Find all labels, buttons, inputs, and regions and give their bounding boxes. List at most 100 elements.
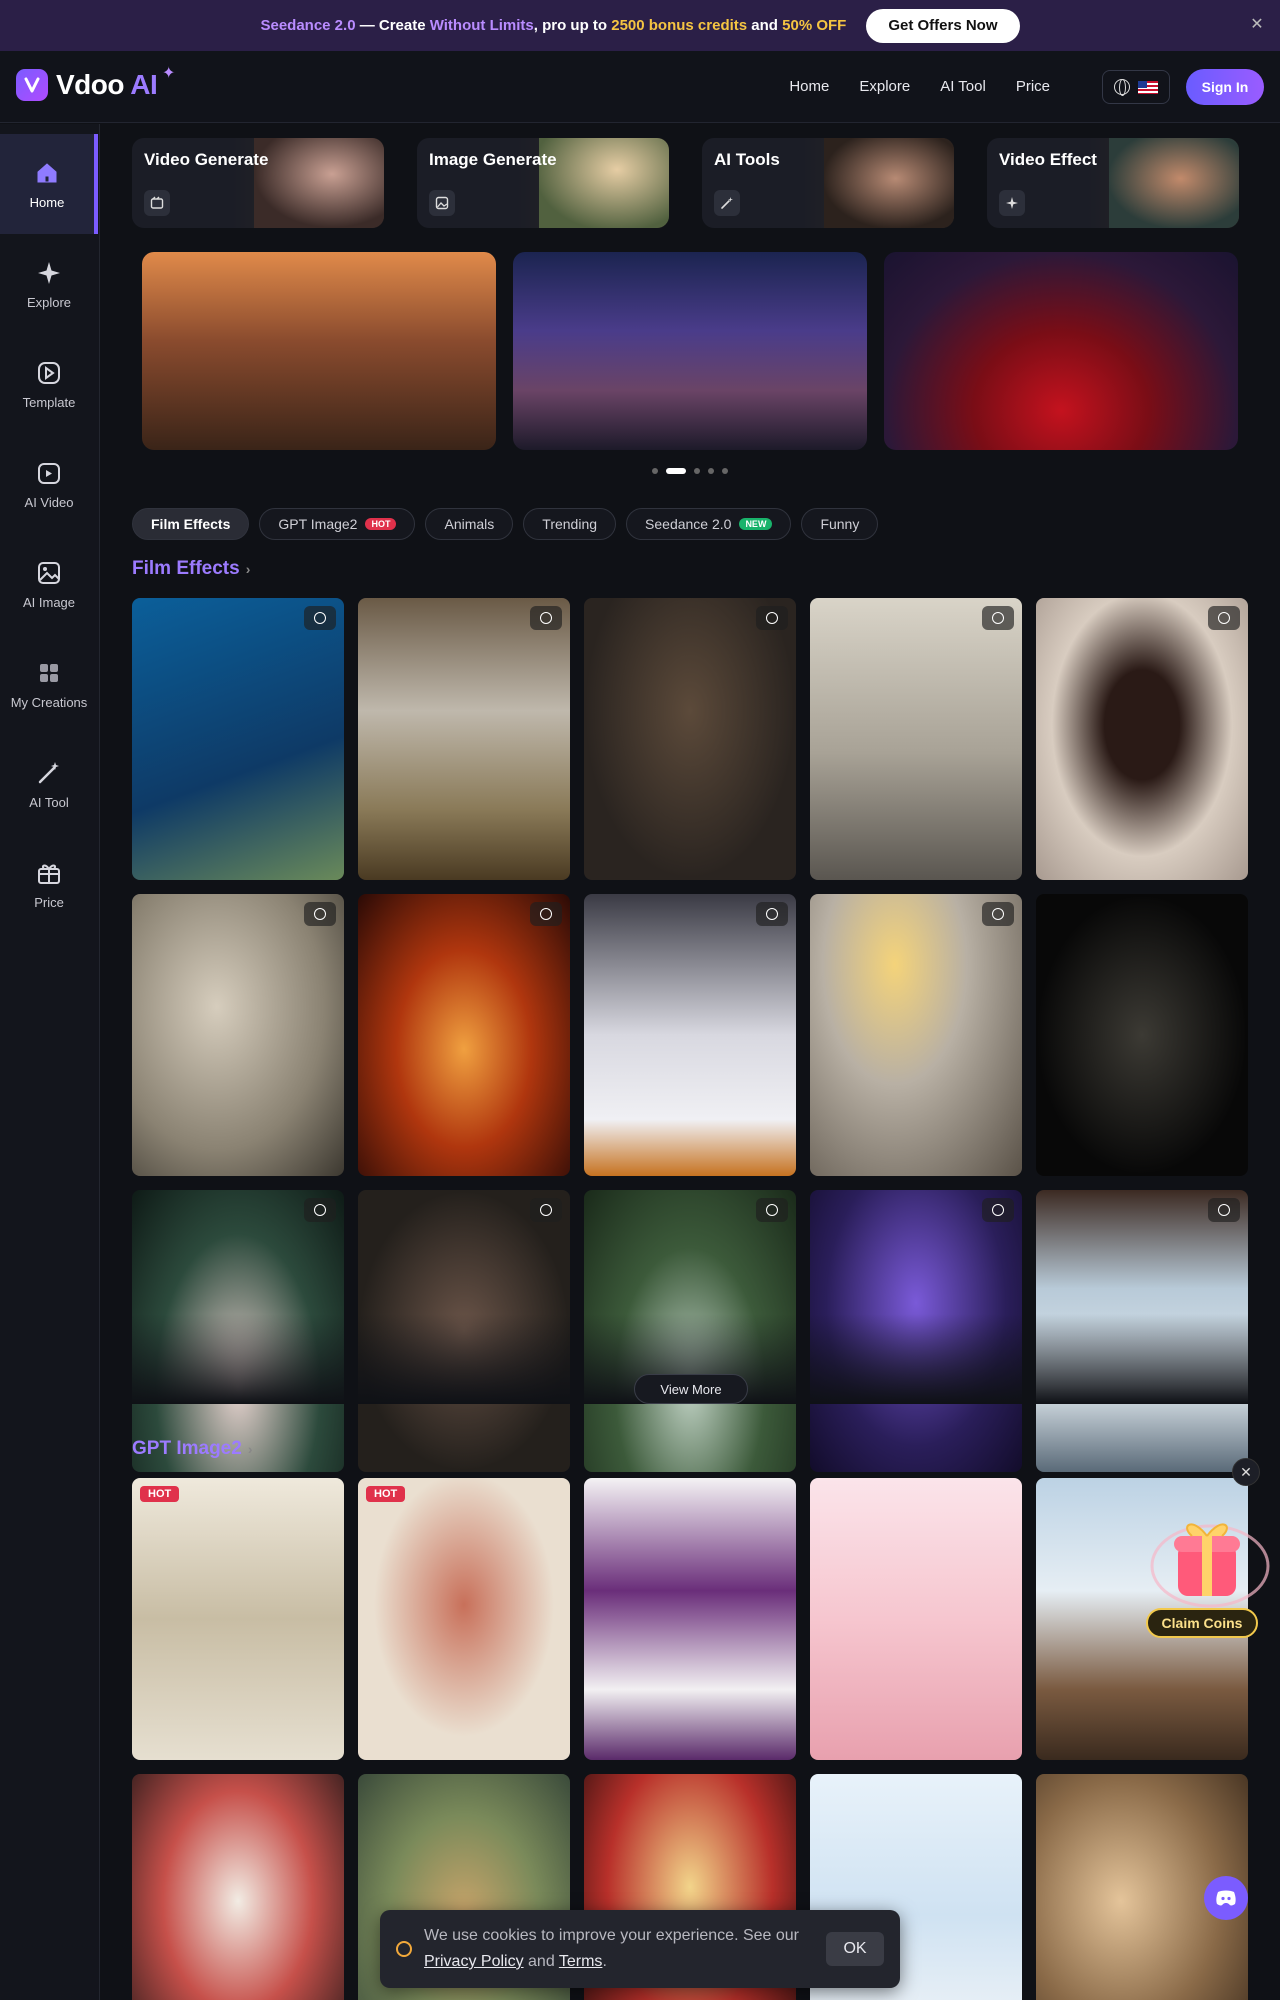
- video-card-sky-city[interactable]: [358, 598, 570, 880]
- play-icon[interactable]: [530, 606, 562, 630]
- gift-box-icon[interactable]: [1140, 1496, 1270, 1616]
- sidebar-item-explore[interactable]: Explore: [0, 234, 98, 334]
- hot-badge: HOT: [366, 1486, 406, 1502]
- close-icon[interactable]: ✕: [1248, 16, 1266, 34]
- nav-ai-tool[interactable]: AI Tool: [940, 78, 986, 95]
- video-card-shadow-monster[interactable]: [1036, 598, 1248, 880]
- video-generate-icon: [144, 190, 170, 216]
- play-icon[interactable]: [982, 1198, 1014, 1222]
- play-icon[interactable]: [1208, 1198, 1240, 1222]
- play-icon[interactable]: [304, 606, 336, 630]
- carousel-dot-active[interactable]: [666, 468, 686, 474]
- video-card-masked-couple[interactable]: [1036, 894, 1248, 1176]
- get-offers-button[interactable]: Get Offers Now: [866, 8, 1020, 43]
- tab-animals[interactable]: Animals: [425, 508, 514, 540]
- image-card-chef-cat[interactable]: [132, 1774, 344, 2000]
- category-ai-tools[interactable]: AI Tools: [702, 138, 954, 228]
- discord-icon[interactable]: [1204, 1876, 1248, 1920]
- sidebar-item-home[interactable]: Home: [0, 134, 98, 234]
- sign-in-button[interactable]: Sign In: [1186, 69, 1264, 105]
- play-icon[interactable]: [982, 902, 1014, 926]
- promo-credits: 2500 bonus credits: [611, 17, 748, 34]
- category-video-effect[interactable]: Video Effect: [987, 138, 1239, 228]
- film-effects-grid: [132, 598, 1248, 1472]
- main-nav: Home Explore AI Tool Price: [789, 78, 1050, 95]
- nav-explore[interactable]: Explore: [859, 78, 910, 95]
- sidebar-item-label: Explore: [26, 294, 72, 310]
- tab-film-effects[interactable]: Film Effects: [132, 508, 250, 540]
- video-card-halloween-call[interactable]: [584, 894, 796, 1176]
- image-card-beauty-market[interactable]: [810, 1478, 1022, 1760]
- section-title-text: GPT Image2: [132, 1438, 242, 1459]
- tab-seedance[interactable]: Seedance 2.0 NEW: [626, 508, 792, 540]
- view-more-button[interactable]: View More: [634, 1374, 748, 1404]
- chevron-right-icon: ›: [247, 1441, 253, 1457]
- language-selector[interactable]: [1102, 70, 1170, 104]
- privacy-policy-link[interactable]: Privacy Policy: [424, 1953, 524, 1970]
- category-thumbnail: [539, 138, 669, 228]
- nav-price[interactable]: Price: [1016, 78, 1050, 95]
- play-icon[interactable]: [530, 902, 562, 926]
- sidebar-item-my-creations[interactable]: My Creations: [0, 634, 98, 734]
- sidebar-item-template[interactable]: Template: [0, 334, 98, 434]
- image-card-octopus-anatomy[interactable]: HOT: [358, 1478, 570, 1760]
- sidebar-item-ai-video[interactable]: AI Video: [0, 434, 98, 534]
- video-card-scuba-diver[interactable]: [132, 598, 344, 880]
- hero-slide-concert[interactable]: [513, 252, 867, 450]
- effect-icon: [999, 190, 1025, 216]
- tab-gpt-image2[interactable]: GPT Image2 HOT: [259, 508, 416, 540]
- category-title: Video Effect: [999, 150, 1097, 169]
- sidebar-item-price[interactable]: Price: [0, 834, 98, 934]
- carousel-dot[interactable]: [652, 468, 658, 474]
- promo-brand: Seedance 2.0: [260, 17, 356, 34]
- image-card-pyramid-diagram[interactable]: HOT: [132, 1478, 344, 1760]
- video-card-vintage-portrait[interactable]: [810, 598, 1022, 880]
- category-title: Image Generate: [429, 150, 557, 169]
- video-card-embrace[interactable]: [810, 894, 1022, 1176]
- image-card-character-sheet[interactable]: [584, 1478, 796, 1760]
- promo-highlight: Without Limits: [429, 17, 534, 34]
- carousel-dot[interactable]: [694, 468, 700, 474]
- claim-coins-button[interactable]: Claim Coins: [1146, 1608, 1258, 1638]
- play-icon[interactable]: [1208, 606, 1240, 630]
- logo-word: Vdoo: [56, 69, 125, 100]
- close-promo-float-icon[interactable]: ✕: [1232, 1458, 1260, 1486]
- cookie-icon: [396, 1941, 412, 1957]
- sidebar-item-label: Home: [29, 194, 65, 210]
- sidebar-item-ai-image[interactable]: AI Image: [0, 534, 98, 634]
- tab-funny[interactable]: Funny: [801, 508, 879, 540]
- cookie-ok-button[interactable]: OK: [826, 1932, 884, 1966]
- category-image-generate[interactable]: Image Generate: [417, 138, 669, 228]
- carousel-dot[interactable]: [722, 468, 728, 474]
- hero-carousel[interactable]: [142, 252, 1238, 452]
- home-icon: [33, 159, 61, 187]
- section-title-gpt-image2[interactable]: GPT Image2 ›: [132, 1438, 253, 1460]
- section-title-film-effects[interactable]: Film Effects ›: [132, 558, 250, 580]
- tab-trending[interactable]: Trending: [523, 508, 617, 540]
- sparkle-icon: [35, 259, 63, 287]
- video-card-marble-bust[interactable]: [132, 894, 344, 1176]
- play-icon[interactable]: [304, 1198, 336, 1222]
- play-icon[interactable]: [530, 1198, 562, 1222]
- sidebar-item-ai-tool[interactable]: AI Tool: [0, 734, 98, 834]
- sidebar-item-label: Template: [22, 394, 76, 410]
- hero-slide-red-gown[interactable]: [884, 252, 1238, 450]
- play-icon[interactable]: [756, 1198, 788, 1222]
- video-card-fire-dog[interactable]: [358, 894, 570, 1176]
- play-icon[interactable]: [756, 902, 788, 926]
- cookie-text-and: and: [523, 1953, 559, 1970]
- hero-slide-desert-motorcycle[interactable]: [142, 252, 496, 450]
- play-icon[interactable]: [982, 606, 1014, 630]
- video-card-gothic-dress[interactable]: [584, 598, 796, 880]
- hot-badge: HOT: [140, 1486, 180, 1502]
- play-icon[interactable]: [756, 606, 788, 630]
- nav-home[interactable]: Home: [789, 78, 829, 95]
- tab-label: Animals: [444, 516, 495, 532]
- play-icon[interactable]: [304, 902, 336, 926]
- category-video-generate[interactable]: Video Generate: [132, 138, 384, 228]
- terms-link[interactable]: Terms: [559, 1953, 603, 1970]
- logo[interactable]: Vdoo AI ✦: [16, 65, 175, 101]
- cookie-banner: We use cookies to improve your experienc…: [380, 1910, 900, 1988]
- tab-label: Funny: [820, 516, 860, 532]
- carousel-dot[interactable]: [708, 468, 714, 474]
